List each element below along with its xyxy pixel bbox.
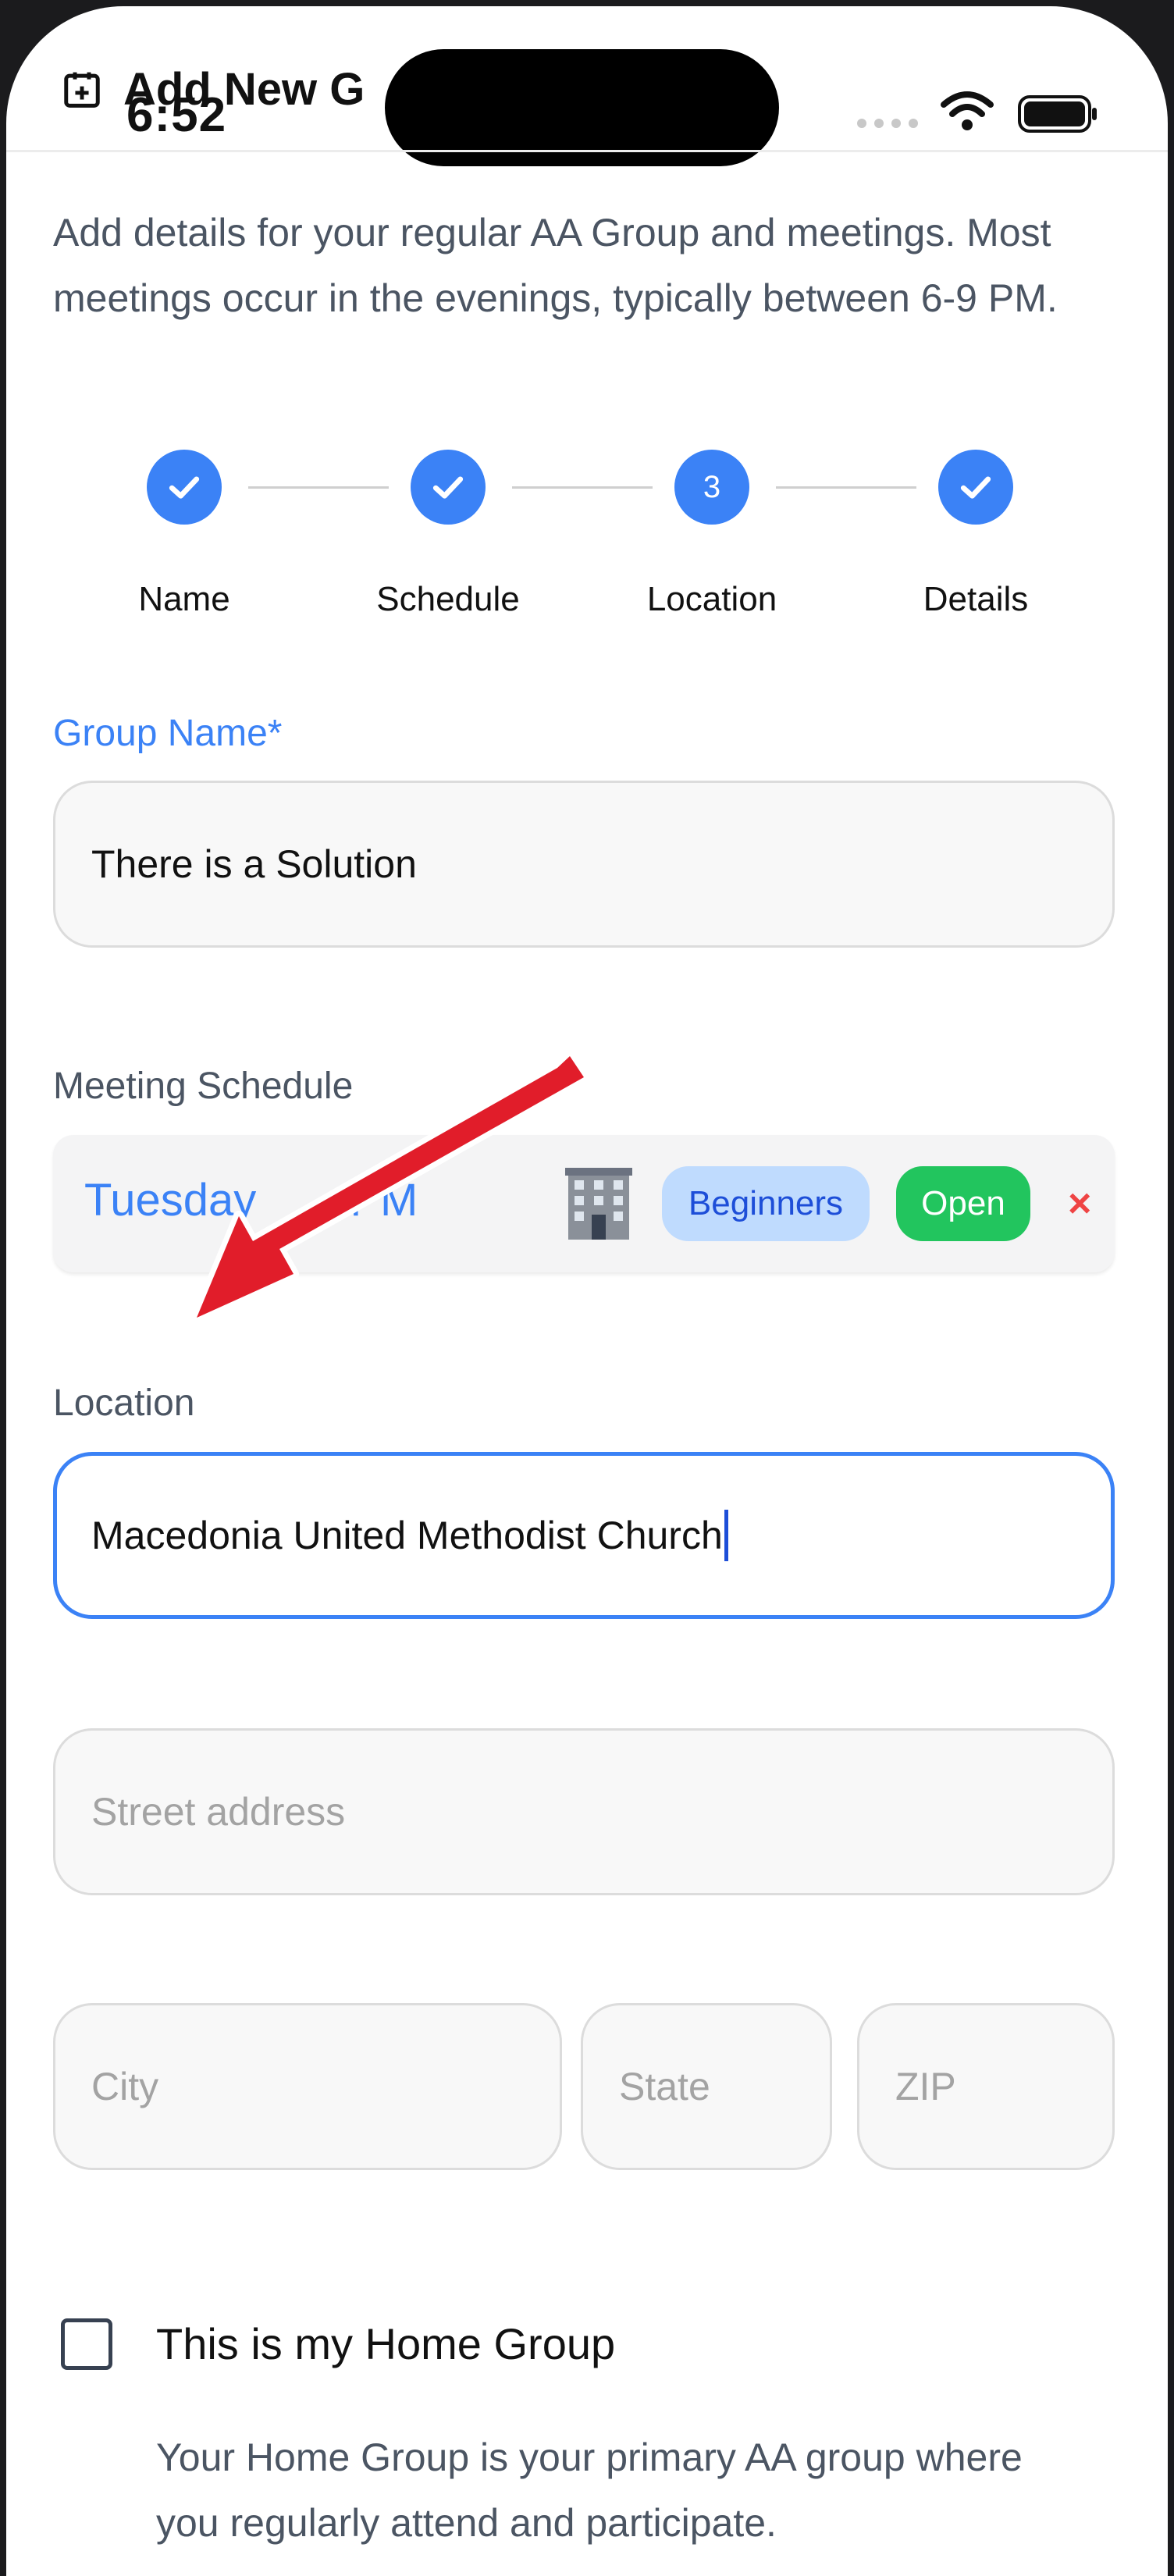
tag-beginners: Beginners: [662, 1166, 870, 1241]
remove-meeting-button[interactable]: ×: [1068, 1183, 1091, 1224]
step-location-current[interactable]: 3: [674, 450, 749, 525]
zip-placeholder: ZIP: [895, 2065, 956, 2108]
state-placeholder: State: [619, 2065, 710, 2108]
step-connector: [248, 486, 389, 489]
calendar-add-icon: [64, 72, 100, 108]
signal-dots-icon: [857, 119, 918, 128]
check-icon: [432, 476, 464, 499]
home-group-checkbox[interactable]: [61, 2318, 112, 2370]
dynamic-island: [385, 49, 779, 166]
step-name-complete[interactable]: [147, 450, 222, 525]
device-frame: Add New G 6:52 Add details for your regu…: [0, 0, 1174, 2576]
wifi-icon: [941, 91, 994, 130]
step-label-details: Details: [923, 580, 1029, 618]
step-schedule-complete[interactable]: [411, 450, 486, 525]
status-time: 6:52: [126, 88, 227, 142]
header-divider: [6, 150, 1168, 152]
group-name-label: Group Name*: [53, 713, 283, 754]
tag-open: Open: [896, 1166, 1030, 1241]
check-icon: [169, 476, 200, 499]
step-label-name: Name: [138, 580, 230, 618]
step-connector: [776, 486, 916, 489]
check-icon: [960, 476, 991, 499]
zip-input[interactable]: ZIP: [857, 2003, 1115, 2170]
group-name-input[interactable]: There is a Solution: [53, 781, 1115, 948]
group-name-value: There is a Solution: [91, 842, 417, 886]
annotation-arrow-icon: [191, 1051, 589, 1323]
street-address-placeholder: Street address: [91, 1790, 346, 1834]
step-label-schedule: Schedule: [376, 580, 520, 618]
step-details-complete[interactable]: [938, 450, 1013, 525]
step-label-location: Location: [646, 580, 777, 618]
location-label: Location: [53, 1382, 195, 1424]
location-name-value: Macedonia United Methodist Church: [91, 1514, 723, 1557]
city-placeholder: City: [91, 2065, 159, 2108]
street-address-input[interactable]: Street address: [53, 1728, 1115, 1895]
battery-icon: [1018, 95, 1097, 133]
city-input[interactable]: City: [53, 2003, 562, 2170]
app-screen: Add New G 6:52 Add details for your regu…: [6, 6, 1168, 2576]
step-connector: [512, 486, 653, 489]
text-caret: [724, 1510, 728, 1561]
intro-text: Add details for your regular AA Group an…: [53, 211, 1058, 320]
home-group-help-text: Your Home Group is your primary AA group…: [156, 2435, 1023, 2545]
state-input[interactable]: State: [581, 2003, 832, 2170]
location-name-input[interactable]: Macedonia United Methodist Church: [53, 1452, 1115, 1619]
home-group-label[interactable]: This is my Home Group: [156, 2318, 615, 2370]
